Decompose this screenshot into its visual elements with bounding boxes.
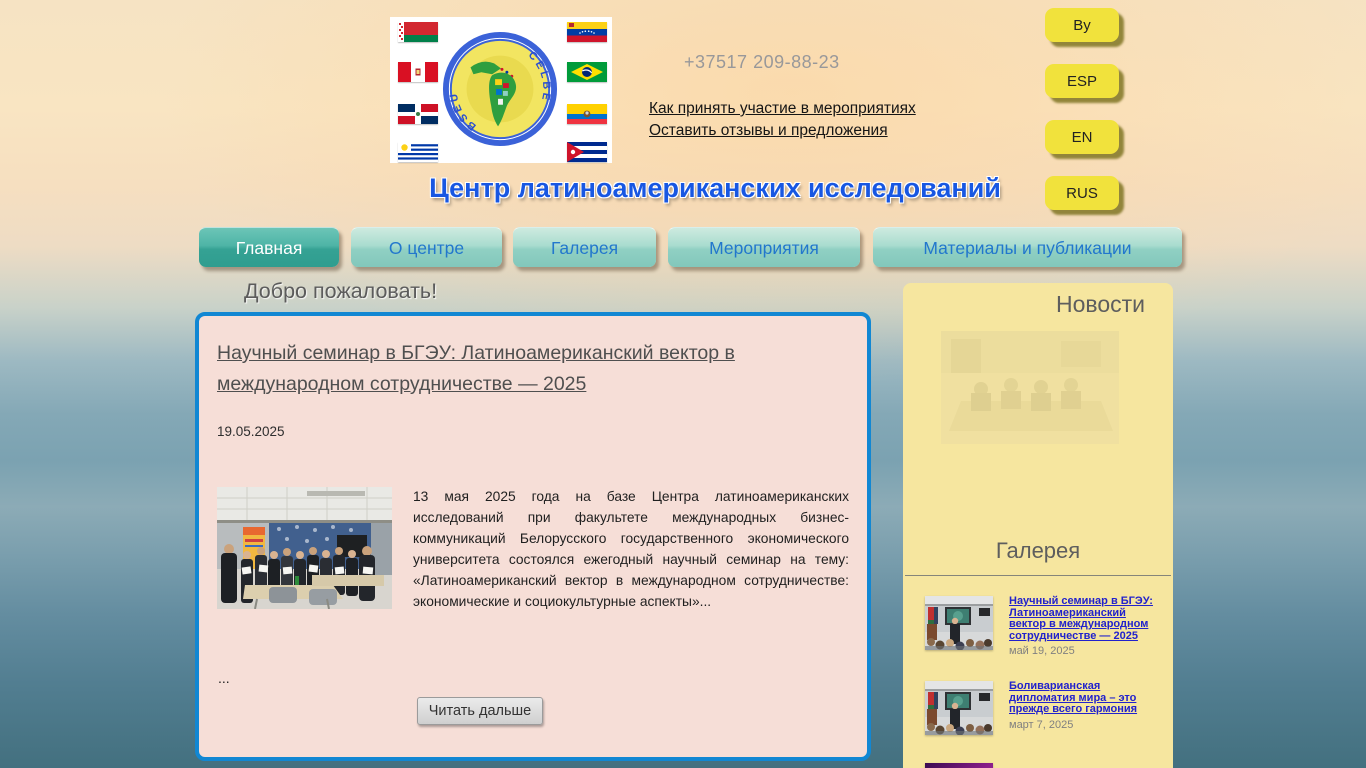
gallery-heading: Галерея bbox=[995, 538, 1081, 563]
celbe-emblem-icon: BSEU CELBE bbox=[441, 30, 559, 148]
news-item-date: май 19, 2025 bbox=[1009, 645, 1075, 657]
tab-glavnaya[interactable]: Главная bbox=[199, 227, 339, 267]
tab-o-centre[interactable]: О центре bbox=[351, 227, 502, 267]
sidebar-divider bbox=[905, 575, 1171, 576]
article-date: 19.05.2025 bbox=[217, 424, 285, 439]
article-card: Научный семинар в БГЭУ: Латиноамериканск… bbox=[195, 312, 871, 761]
header-links: Как принять участие в мероприятиях Остав… bbox=[649, 98, 916, 141]
tab-materialy[interactable]: Материалы и публикации bbox=[873, 227, 1182, 267]
article-photo bbox=[217, 487, 392, 610]
article-body: 13 мая 2025 года на базе Центра латиноам… bbox=[413, 489, 849, 609]
lang-button-rus[interactable]: RUS bbox=[1045, 176, 1119, 210]
read-more-button[interactable]: Читать дальше bbox=[417, 697, 543, 725]
news-item: Боливарианская дипломатия мира – это пре… bbox=[1009, 680, 1161, 731]
article-ellipsis: ... bbox=[218, 670, 230, 686]
news-item-thumbnail[interactable] bbox=[925, 763, 993, 768]
news-item-thumbnail[interactable] bbox=[925, 596, 993, 650]
flag-venezuela-icon bbox=[567, 22, 607, 42]
site-title: Центр латиноамериканских исследований bbox=[429, 173, 1001, 203]
flag-belarus-icon bbox=[398, 22, 438, 42]
tab-meropriyatiya[interactable]: Мероприятия bbox=[668, 227, 860, 267]
news-item-date: март 7, 2025 bbox=[1009, 718, 1074, 731]
lang-button-by[interactable]: By bbox=[1045, 8, 1119, 42]
news-slideshow-image bbox=[941, 331, 1119, 444]
news-heading: Новости bbox=[1055, 291, 1145, 317]
news-item-link[interactable]: Научный семинар в БГЭУ: Латиноамериканск… bbox=[1009, 595, 1161, 642]
news-item: … bbox=[1009, 762, 1161, 768]
news-item: Научный семинар в БГЭУ: Латиноамериканск… bbox=[1009, 595, 1161, 657]
article-title-link[interactable]: Научный семинар в БГЭУ: Латиноамериканск… bbox=[217, 338, 827, 400]
phone-number: +37517 209-88-23 bbox=[684, 52, 840, 72]
feedback-link[interactable]: Оставить отзывы и предложения bbox=[649, 120, 916, 142]
flag-cuba-icon bbox=[567, 142, 607, 162]
flag-brazil-icon bbox=[567, 62, 607, 82]
site-logo: BSEU CELBE bbox=[390, 17, 612, 163]
news-item-link[interactable]: Боливарианская дипломатия мира – это пре… bbox=[1009, 680, 1161, 716]
participate-link[interactable]: Как принять участие в мероприятиях bbox=[649, 98, 916, 120]
flag-peru-icon bbox=[398, 62, 438, 82]
flag-dominican-republic-icon bbox=[398, 104, 438, 124]
flag-ecuador-icon bbox=[567, 104, 607, 124]
lang-button-en[interactable]: EN bbox=[1045, 120, 1119, 154]
news-sidebar: Новости Галерея Научный семинар в БГЭУ: … bbox=[903, 283, 1173, 768]
lang-button-esp[interactable]: ESP bbox=[1045, 64, 1119, 98]
tab-galereya[interactable]: Галерея bbox=[513, 227, 656, 267]
news-item-link[interactable]: … bbox=[1009, 762, 1161, 768]
news-item-thumbnail[interactable] bbox=[925, 681, 993, 735]
welcome-heading: Добро пожаловать! bbox=[244, 279, 438, 303]
flag-uruguay-icon bbox=[398, 142, 438, 162]
page: BSEU CELBE +37517 209-88-23 Как принять … bbox=[0, 0, 1366, 768]
